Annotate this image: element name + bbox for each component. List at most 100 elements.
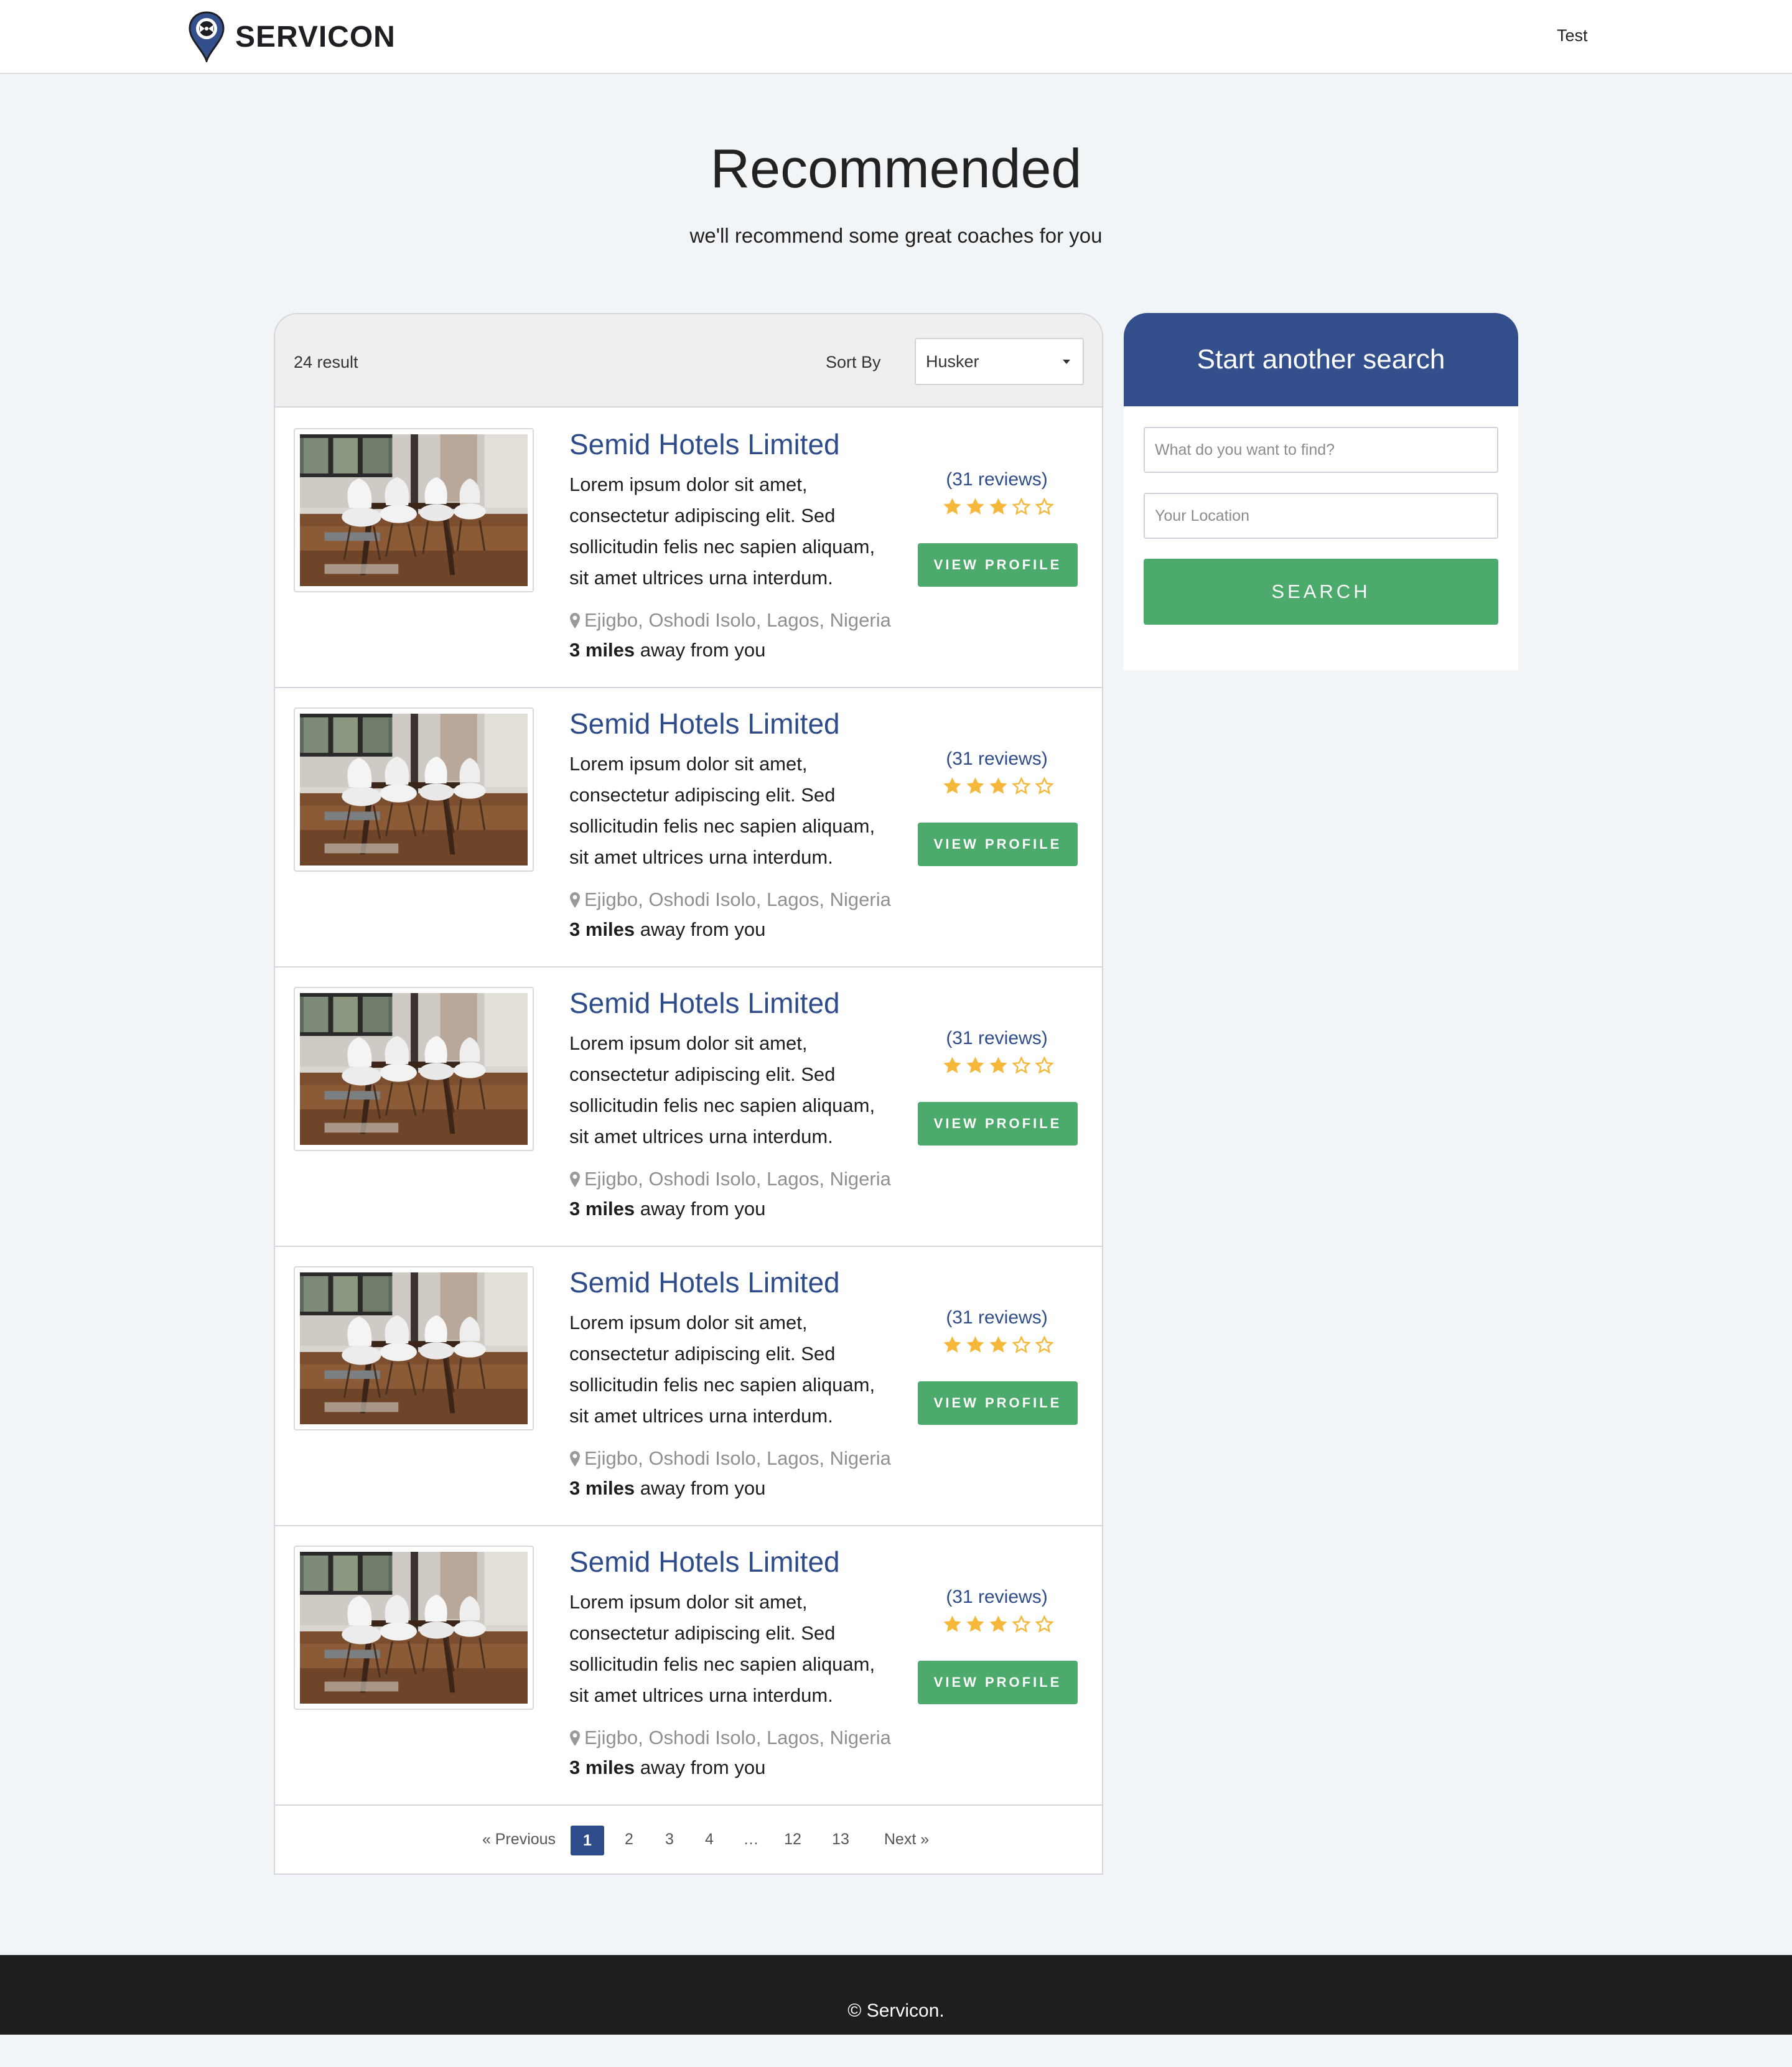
footer: © Servicon. [0,1955,1792,2035]
result-item: Semid Hotels Limited Lorem ipsum dolor s… [275,1526,1102,1806]
brand-logo-link[interactable]: SERVICON [188,11,396,62]
result-item: Semid Hotels Limited Lorem ipsum dolor s… [275,1247,1102,1526]
reviews-link[interactable]: (31 reviews) [916,1307,1078,1328]
listing-description: Lorem ipsum dolor sit amet, consectetur … [569,1591,875,1706]
star-filled-icon [989,1057,1007,1073]
listing-distance: 3 miles away from you [569,1198,765,1220]
search-location-input[interactable] [1144,493,1498,539]
listing-location: Ejigbo, Oshodi Isolo, Lagos, Nigeria [569,889,891,911]
result-list: Semid Hotels Limited Lorem ipsum dolor s… [275,409,1102,1806]
star-filled-icon [989,777,1007,794]
pagination: « Previous 1 2 3 4… 12 13 Next » [275,1806,1102,1873]
listing-description: Lorem ipsum dolor sit amet, consectetur … [569,753,875,868]
sort-label: Sort By [826,353,881,371]
reviews-link[interactable]: (31 reviews) [916,469,1078,490]
sort-select[interactable]: Husker [915,338,1084,385]
listing-thumbnail[interactable] [294,428,534,592]
results-panel: 24 result Sort By Husker Semid Hotels Li… [274,313,1103,1875]
distance-suffix: away from you [635,1757,766,1778]
location-pin-logo-icon [189,11,225,62]
reviews-link[interactable]: (31 reviews) [916,1028,1078,1049]
listing-location: Ejigbo, Oshodi Isolo, Lagos, Nigeria [569,1168,891,1190]
listing-description: Lorem ipsum dolor sit amet, consectetur … [569,1312,875,1427]
dining-room-photo [300,1272,528,1424]
view-profile-button[interactable]: VIEW PROFILE [918,543,1078,587]
map-marker-icon [570,1730,580,1746]
reviews-link[interactable]: (31 reviews) [916,749,1078,770]
listing-thumbnail[interactable] [294,987,534,1151]
pagination-previous[interactable]: « Previous [475,1831,562,1849]
map-marker-icon [570,1171,580,1187]
star-outline-icon [1035,497,1054,515]
distance-suffix: away from you [635,639,766,661]
star-filled-icon [943,777,961,794]
search-query-input[interactable] [1144,427,1498,473]
page-title: Recommended [710,138,1082,199]
distance-value: 3 miles [569,639,635,661]
pagination-page-2[interactable]: 2 [612,1831,646,1849]
listing-location: Ejigbo, Oshodi Isolo, Lagos, Nigeria [569,609,891,632]
star-filled-icon [989,1615,1007,1632]
reviews-link[interactable]: (31 reviews) [916,1587,1078,1608]
view-profile-button[interactable]: VIEW PROFILE [918,823,1078,866]
user-menu-link[interactable]: Test [1557,26,1588,45]
listing-title-link[interactable]: Semid Hotels Limited [569,986,840,1020]
map-marker-icon [570,1450,580,1467]
distance-suffix: away from you [635,1477,766,1499]
result-item: Semid Hotels Limited Lorem ipsum dolor s… [275,968,1102,1247]
distance-suffix: away from you [635,918,766,940]
listing-location-text: Ejigbo, Oshodi Isolo, Lagos, Nigeria [584,609,891,631]
listing-location-text: Ejigbo, Oshodi Isolo, Lagos, Nigeria [584,889,891,910]
search-button[interactable]: SEARCH [1144,559,1498,625]
listing-title-link[interactable]: Semid Hotels Limited [569,1266,840,1299]
result-item: Semid Hotels Limited Lorem ipsum dolor s… [275,409,1102,688]
listing-description: Lorem ipsum dolor sit amet, consectetur … [569,1032,875,1147]
results-toolbar: 24 result Sort By Husker [275,314,1102,408]
top-navbar: SERVICON Test [0,0,1792,74]
listing-title-link[interactable]: Semid Hotels Limited [569,707,840,740]
dining-room-photo [300,434,528,586]
caret-down-icon [1063,359,1070,364]
search-panel-title: Start another search [1124,313,1518,406]
star-filled-icon [989,498,1007,515]
result-item: Semid Hotels Limited Lorem ipsum dolor s… [275,688,1102,968]
star-filled-icon [989,1336,1007,1353]
pagination-page-4[interactable]: 4 [693,1831,726,1849]
sort-selected-value: Husker [926,352,979,371]
star-filled-icon [943,1615,961,1632]
star-outline-icon [1012,497,1031,515]
pagination-page-1[interactable]: 1 [571,1826,604,1855]
listing-location-text: Ejigbo, Oshodi Isolo, Lagos, Nigeria [584,1168,891,1190]
view-profile-button[interactable]: VIEW PROFILE [918,1102,1078,1145]
star-outline-icon [1012,1335,1031,1353]
listing-distance: 3 miles away from you [569,1757,765,1779]
pagination-page-13[interactable]: 13 [824,1831,857,1849]
listing-title-link[interactable]: Semid Hotels Limited [569,1545,840,1579]
map-marker-icon [570,612,580,628]
view-profile-button[interactable]: VIEW PROFILE [918,1661,1078,1704]
page-subtitle: we'll recommend some great coaches for y… [689,224,1103,247]
listing-thumbnail[interactable] [294,1546,534,1710]
pagination-next[interactable]: Next » [872,1831,941,1849]
listing-title-link[interactable]: Semid Hotels Limited [569,427,840,461]
star-outline-icon [1035,1615,1054,1633]
listing-location-text: Ejigbo, Oshodi Isolo, Lagos, Nigeria [584,1447,891,1469]
pagination-page-3[interactable]: 3 [653,1831,686,1849]
footer-copyright: © Servicon. [847,2000,945,2021]
listing-thumbnail[interactable] [294,707,534,872]
result-count: 24 result [294,353,358,371]
view-profile-button[interactable]: VIEW PROFILE [918,1381,1078,1425]
pagination-page-12[interactable]: 12 [776,1831,810,1849]
listing-location: Ejigbo, Oshodi Isolo, Lagos, Nigeria [569,1727,891,1749]
dining-room-photo [300,1552,528,1704]
star-filled-icon [966,1057,984,1073]
star-outline-icon [1035,777,1054,795]
map-marker-icon [570,892,580,908]
star-outline-icon [1012,1056,1031,1074]
star-outline-icon [1035,1335,1054,1353]
star-outline-icon [1012,1615,1031,1633]
search-panel: Start another search SEARCH [1124,313,1518,670]
listing-thumbnail[interactable] [294,1266,534,1430]
distance-suffix: away from you [635,1198,766,1220]
star-filled-icon [966,1336,984,1353]
